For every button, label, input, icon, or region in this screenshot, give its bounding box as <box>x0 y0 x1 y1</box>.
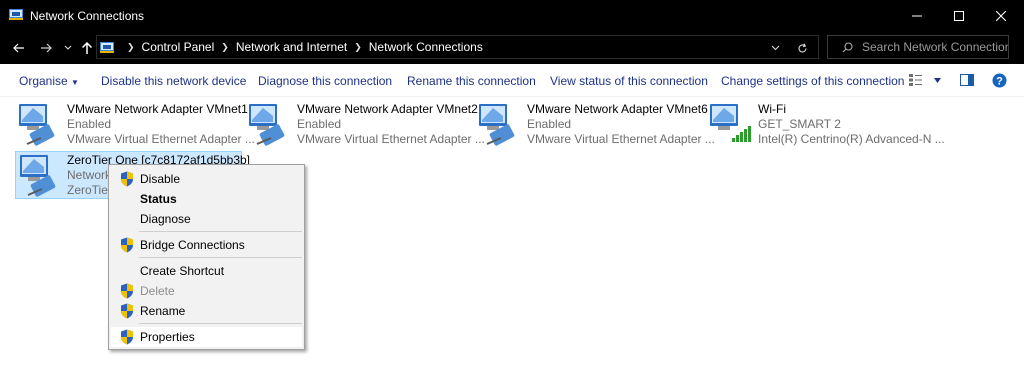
back-button[interactable] <box>10 39 28 57</box>
recent-locations-button[interactable] <box>62 39 74 57</box>
breadcrumb: ❯ Control Panel ❯ Network and Internet ❯… <box>100 37 483 57</box>
menu-separator <box>139 231 302 232</box>
uac-shield-icon <box>121 237 133 253</box>
menu-item-rename[interactable]: Rename <box>111 301 302 321</box>
address-dropdown-button[interactable] <box>767 39 783 57</box>
arrow-right-icon <box>41 43 52 53</box>
breadcrumb-network-connections[interactable]: Network Connections <box>369 40 483 54</box>
organise-label: Organise <box>19 74 68 88</box>
chevron-down-icon <box>64 45 72 50</box>
connection-device: VMware Virtual Ethernet Adapter ... <box>67 132 255 146</box>
ethernet-adapter-icon <box>479 104 515 146</box>
menu-item-label: Properties <box>140 330 195 344</box>
wifi-adapter-icon <box>710 104 751 142</box>
ethernet-adapter-icon <box>19 104 55 146</box>
menu-item-create-shortcut[interactable]: Create Shortcut <box>111 261 302 281</box>
control-panel-icon <box>100 41 114 53</box>
close-icon <box>996 10 1006 21</box>
connection-status: GET_SMART 2 <box>758 117 841 131</box>
menu-item-label: Delete <box>140 284 175 298</box>
rename-connection-button[interactable]: Rename this connection <box>407 74 536 88</box>
menu-item-disable[interactable]: Disable <box>111 169 302 189</box>
close-button[interactable] <box>978 0 1024 31</box>
window-title: Network Connections <box>30 9 145 23</box>
breadcrumb-network-and-internet[interactable]: Network and Internet <box>236 40 347 54</box>
connection-status: Network <box>67 168 112 182</box>
chevron-right-icon: ❯ <box>221 41 229 52</box>
menu-item-status[interactable]: Status <box>111 189 302 209</box>
breadcrumb-control-panel[interactable]: Control Panel <box>142 40 215 54</box>
connection-status: Enabled <box>527 117 572 131</box>
uac-shield-icon <box>121 303 133 319</box>
search-input[interactable] <box>862 36 1008 58</box>
connection-device: ZeroTier <box>67 183 112 197</box>
menu-item-properties[interactable]: Properties <box>111 327 302 347</box>
connection-item-wifi[interactable]: Wi-Fi GET_SMART 2 Intel(R) Centrino(R) A… <box>708 102 948 150</box>
uac-shield-icon <box>121 329 133 345</box>
refresh-button[interactable] <box>794 39 810 57</box>
menu-item-label: Create Shortcut <box>140 264 225 278</box>
menu-item-label: Disable <box>140 172 181 186</box>
connection-item-vmnet6[interactable]: VMware Network Adapter VMnet6 Enabled VM… <box>477 102 715 150</box>
connection-status: Enabled <box>297 117 342 131</box>
menu-item-label: Status <box>140 192 177 206</box>
arrow-left-icon <box>13 43 24 53</box>
menu-item-label: Diagnose <box>140 212 191 226</box>
menu-item-label: Bridge Connections <box>140 238 245 252</box>
chevron-right-icon: ❯ <box>354 41 362 52</box>
connection-name: Wi-Fi <box>758 102 786 116</box>
view-status-button[interactable]: View status of this connection <box>550 74 708 88</box>
change-settings-button[interactable]: Change settings of this connection <box>721 74 904 88</box>
help-button[interactable]: ? <box>992 73 1007 88</box>
connection-device: VMware Virtual Ethernet Adapter ... <box>527 132 715 146</box>
search-box[interactable] <box>827 35 1009 59</box>
menu-item-delete: Delete <box>111 281 302 301</box>
connection-status: Enabled <box>67 117 112 131</box>
menu-item-label: Rename <box>140 304 186 318</box>
uac-shield-icon <box>121 171 133 187</box>
ethernet-adapter-icon <box>249 104 285 146</box>
connection-item-vmnet2[interactable]: VMware Network Adapter VMnet2 Enabled VM… <box>247 102 485 150</box>
refresh-icon <box>797 43 807 52</box>
search-icon <box>842 42 853 53</box>
title-bar: Network Connections <box>0 0 1024 31</box>
preview-pane-icon <box>960 74 974 86</box>
connection-name: VMware Network Adapter VMnet2 <box>297 102 478 116</box>
preview-pane-button[interactable] <box>960 74 974 86</box>
details-view-icon <box>909 74 922 86</box>
chevron-right-icon: ❯ <box>127 41 135 52</box>
connection-device: Intel(R) Centrino(R) Advanced-N ... <box>758 132 945 146</box>
menu-item-bridge-connections[interactable]: Bridge Connections <box>111 235 302 255</box>
help-icon: ? <box>992 73 1007 88</box>
maximize-button[interactable] <box>936 0 982 31</box>
network-folder-icon <box>9 9 23 20</box>
diagnose-connection-button[interactable]: Diagnose this connection <box>258 74 392 88</box>
chevron-down-icon: ▼ <box>71 78 79 87</box>
minimize-button[interactable] <box>894 0 940 31</box>
menu-separator <box>139 257 302 258</box>
minimize-icon <box>912 15 922 16</box>
view-options-button[interactable] <box>909 74 943 88</box>
menu-separator <box>139 323 302 324</box>
organise-menu-button[interactable]: Organise ▼ <box>19 74 79 88</box>
up-button[interactable] <box>79 39 95 57</box>
connection-item-vmnet1[interactable]: VMware Network Adapter VMnet1 Enabled VM… <box>17 102 255 150</box>
connection-name: VMware Network Adapter VMnet6 <box>527 102 708 116</box>
ethernet-adapter-icon <box>20 155 56 197</box>
uac-shield-icon <box>121 283 133 299</box>
connection-name: VMware Network Adapter VMnet1 <box>67 102 248 116</box>
menu-item-diagnose[interactable]: Diagnose <box>111 209 302 229</box>
maximize-icon <box>954 10 964 21</box>
svg-text:?: ? <box>996 76 1003 88</box>
chevron-down-icon <box>771 45 779 51</box>
forward-button[interactable] <box>37 39 55 57</box>
disable-device-button[interactable]: Disable this network device <box>101 74 246 88</box>
context-menu: Disable Status Diagnose Bridge Connectio… <box>108 164 305 350</box>
chevron-down-icon <box>934 78 941 83</box>
connection-device: VMware Virtual Ethernet Adapter ... <box>297 132 485 146</box>
arrow-up-icon <box>81 41 93 54</box>
